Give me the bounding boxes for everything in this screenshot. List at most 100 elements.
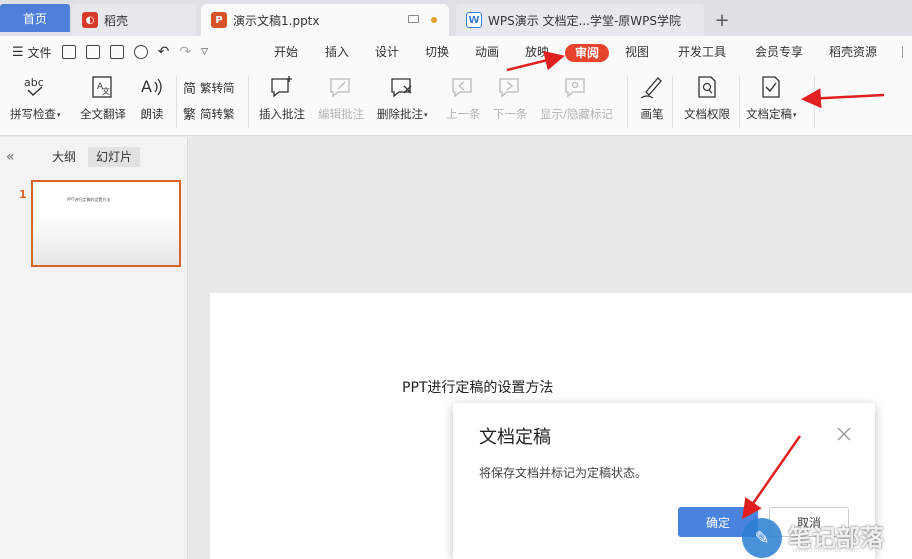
full-translate-label: 全文翻译	[80, 107, 126, 121]
thumbnail-title: PPT进行定稿的设置方法	[67, 197, 111, 202]
close-icon[interactable]	[837, 427, 851, 441]
insert-comment-button[interactable]: 插入批注	[259, 74, 305, 122]
add-tab-button[interactable]: +	[712, 4, 732, 36]
delete-comment-button[interactable]: 删除批注▾	[377, 74, 428, 122]
slide-number: 1	[19, 188, 27, 201]
read-aloud-icon: A	[139, 74, 165, 100]
tab-bar: 首页 ◐ 稻壳 P 演示文稿1.pptx W WPS演示 文档定...学堂-原W…	[0, 0, 912, 36]
next-comment-button[interactable]: 下一条	[493, 74, 528, 122]
presentation-file-icon: P	[211, 12, 227, 28]
menu-start[interactable]: 开始	[274, 36, 298, 68]
next-comment-icon	[497, 74, 523, 100]
tab-active-document[interactable]: P 演示文稿1.pptx	[201, 4, 449, 36]
trad-to-simp-icon: 简	[183, 82, 197, 97]
menu-review[interactable]: 审阅	[565, 44, 609, 62]
ribbon-separator	[176, 76, 177, 128]
spellcheck-button[interactable]: abc 拼写检查▾	[10, 74, 61, 122]
doc-finalize-label: 文档定稿	[746, 107, 792, 121]
menu-developer[interactable]: 开发工具	[678, 36, 726, 68]
tab-wps-academy[interactable]: W WPS演示 文档定...学堂-原WPS学院	[456, 4, 704, 36]
insert-comment-label: 插入批注	[259, 107, 305, 121]
tab-wps-label: WPS演示 文档定...学堂-原WPS学院	[488, 13, 682, 28]
eye-comment-icon	[563, 74, 589, 100]
prev-comment-icon	[450, 74, 476, 100]
ribbon-separator	[672, 76, 673, 128]
spellcheck-label: 拼写检查	[10, 107, 56, 121]
unsaved-dot-icon	[431, 17, 437, 23]
pen-icon	[639, 74, 665, 100]
simp-to-trad-label: 简转繁	[200, 106, 235, 121]
show-hide-marks-label: 显示/隐藏标记	[540, 107, 613, 121]
pen-button[interactable]: 画笔	[639, 74, 665, 122]
simp-to-trad-icon: 繁	[183, 108, 197, 123]
file-menu[interactable]: 文件	[28, 44, 52, 61]
tab-outline[interactable]: 大纲	[44, 147, 84, 167]
daoke-logo-icon: ◐	[82, 12, 98, 28]
delete-comment-icon	[389, 74, 415, 100]
dialog-title: 文档定稿	[479, 427, 551, 448]
menu-slideshow[interactable]: 放映	[525, 36, 549, 68]
delete-comment-label: 删除批注	[377, 107, 423, 121]
chevron-down-icon[interactable]: ▽	[201, 47, 208, 57]
doc-finalize-icon	[758, 74, 784, 100]
tab-daoke[interactable]: ◐ 稻壳	[72, 4, 196, 36]
svg-text:A: A	[141, 77, 152, 96]
show-hide-marks-button[interactable]: 显示/隐藏标记	[540, 74, 613, 122]
slide-panel: « 大纲 幻灯片 1 PPT进行定稿的设置方法	[0, 137, 188, 559]
read-aloud-label: 朗读	[140, 107, 164, 121]
trad-to-simp-button[interactable]: 简 繁转简	[183, 78, 235, 98]
translate-icon: A文	[90, 74, 116, 100]
undo-icon[interactable]: ↶	[158, 44, 170, 60]
tab-daoke-label: 稻壳	[104, 13, 129, 28]
menu-more-divider	[902, 46, 912, 58]
print-preview-icon[interactable]	[133, 45, 148, 59]
next-comment-label: 下一条	[493, 107, 528, 121]
pencil-logo-icon: ✎	[742, 518, 782, 558]
simp-to-trad-button[interactable]: 繁 简转繁	[183, 104, 235, 124]
svg-text:文: 文	[102, 86, 110, 96]
slide-thumbnail[interactable]: PPT进行定稿的设置方法	[31, 180, 181, 267]
insert-comment-icon	[269, 74, 295, 100]
ribbon-separator	[814, 76, 815, 128]
hamburger-icon[interactable]: ☰	[12, 45, 24, 60]
monitor-icon[interactable]	[408, 15, 419, 23]
read-aloud-button[interactable]: A 朗读	[139, 74, 165, 122]
menu-transition[interactable]: 切换	[425, 36, 449, 68]
menu-view[interactable]: 视图	[625, 36, 649, 68]
menu-animation[interactable]: 动画	[475, 36, 499, 68]
tab-home[interactable]: 首页	[0, 4, 70, 32]
spellcheck-icon: abc	[22, 74, 48, 100]
redo-icon[interactable]: ↷	[179, 44, 191, 60]
doc-permission-icon	[694, 74, 720, 100]
dialog-message: 将保存文档并标记为定稿状态。	[479, 466, 648, 480]
watermark: ✎ 笔记部落 www.notetribe.com	[722, 500, 912, 559]
full-translate-button[interactable]: A文 全文翻译	[80, 74, 126, 122]
menu-daoke-resources[interactable]: 稻壳资源	[829, 36, 877, 68]
ribbon-separator	[627, 76, 628, 128]
tab-slides[interactable]: 幻灯片	[88, 147, 141, 167]
slide-title-text[interactable]: PPT进行定稿的设置方法	[402, 377, 553, 397]
doc-finalize-button[interactable]: 文档定稿▾	[746, 74, 797, 122]
menu-design[interactable]: 设计	[375, 36, 399, 68]
doc-permission-button[interactable]: 文档权限	[684, 74, 730, 122]
quick-access-toolbar: ☰ 文件 ↶ ↷ ▽	[12, 36, 208, 68]
save-icon[interactable]	[61, 45, 76, 59]
watermark-url: www.notetribe.com	[792, 546, 861, 554]
tab-active-label: 演示文稿1.pptx	[233, 13, 320, 28]
print-icon[interactable]	[109, 45, 124, 59]
doc-permission-label: 文档权限	[684, 107, 730, 121]
menu-bar: ☰ 文件 ↶ ↷ ▽ 开始 插入 设计 切换 动画 放映 审阅 视图 开发工具 …	[0, 36, 912, 68]
prev-comment-label: 上一条	[446, 107, 481, 121]
edit-comment-label: 编辑批注	[318, 107, 364, 121]
prev-comment-button[interactable]: 上一条	[446, 74, 481, 122]
collapse-panel-icon[interactable]: «	[6, 149, 15, 165]
review-ribbon: abc 拼写检查▾ A文 全文翻译 A 朗读 简 繁转简 繁 简转繁 插入批注 …	[0, 68, 912, 136]
export-pdf-icon[interactable]	[85, 45, 100, 59]
menu-member[interactable]: 会员专享	[755, 36, 803, 68]
wps-logo-icon: W	[466, 12, 482, 28]
trad-to-simp-label: 繁转简	[200, 80, 235, 95]
pen-label: 画笔	[640, 107, 664, 121]
menu-insert[interactable]: 插入	[325, 36, 349, 68]
edit-comment-icon	[328, 74, 354, 100]
edit-comment-button[interactable]: 编辑批注	[318, 74, 364, 122]
